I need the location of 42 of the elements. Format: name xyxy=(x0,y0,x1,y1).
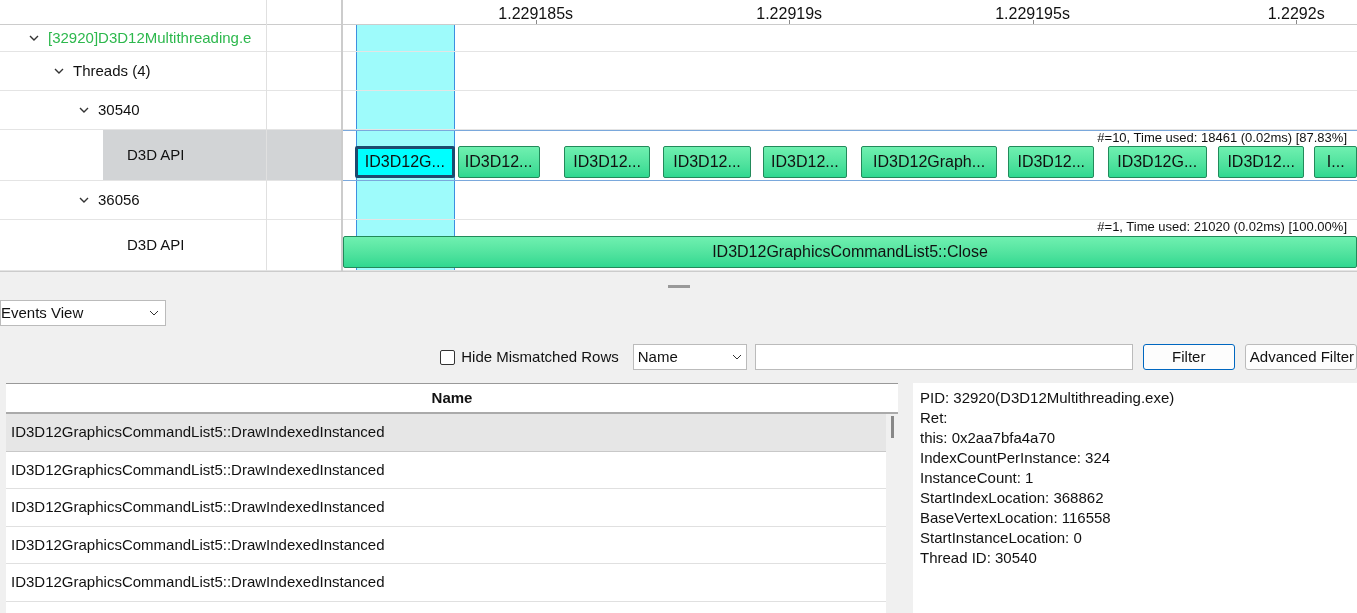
event-block[interactable]: ID3D12... xyxy=(457,146,540,178)
event-block[interactable]: I... xyxy=(1314,146,1357,178)
tick-label: 1.22919s xyxy=(756,4,823,24)
track-summary: #=10, Time used: 18461 (0.02ms) [87.83%] xyxy=(1097,131,1347,145)
tick-label: 1.229195s xyxy=(995,4,1070,24)
event-block[interactable]: ID3D12... xyxy=(762,146,847,178)
event-block[interactable]: ID3D12... xyxy=(1008,146,1095,178)
detail-line: Thread ID: 30540 xyxy=(920,548,1038,568)
view-dropdown[interactable]: Events View xyxy=(0,300,166,326)
tree-item[interactable]: 36056 xyxy=(98,188,140,212)
detail-line: PID: 32920(D3D12Multithreading.exe) xyxy=(920,388,1176,408)
checkbox-label[interactable]: Hide Mismatched Rows xyxy=(461,345,619,369)
advanced-filter-button[interactable]: Advanced Filter xyxy=(1244,344,1357,370)
filter-button[interactable]: Filter xyxy=(1142,344,1235,370)
detail-line: IndexCountPerInstance: 324 xyxy=(920,448,1112,468)
tick-label: 1.2292s xyxy=(1267,4,1325,24)
event-block[interactable]: ID3D12... xyxy=(663,146,751,178)
tree-item[interactable]: 30540 xyxy=(98,98,140,122)
event-block[interactable]: ID3D12... xyxy=(564,146,651,178)
filter-input[interactable] xyxy=(754,344,1133,370)
table-row[interactable]: ID3D12GraphicsCommandList5::DrawIndexedInstanced xyxy=(6,414,886,452)
scrollbar[interactable] xyxy=(886,414,898,613)
tree-item[interactable]: D3D API xyxy=(103,220,341,270)
field-dropdown[interactable]: Name xyxy=(632,344,747,370)
checkbox[interactable] xyxy=(440,349,456,365)
detail-line: BaseVertexLocation: 116558 xyxy=(920,508,1112,528)
caret-icon xyxy=(149,310,159,316)
event-block[interactable]: ID3D12G... xyxy=(1107,146,1207,178)
tick-label: 1.229185s xyxy=(498,4,573,24)
detail-line: this: 0x2aa7bfa4a70 xyxy=(920,428,1057,448)
detail-line: Ret: xyxy=(920,408,949,428)
event-block[interactable]: ID3D12G... xyxy=(355,146,455,178)
tree-item[interactable]: D3D API xyxy=(103,130,341,180)
event-block[interactable]: ID3D12Graph... xyxy=(861,146,997,178)
detail-line: InstanceCount: 1 xyxy=(920,468,1035,488)
detail-line: StartIndexLocation: 368862 xyxy=(920,488,1105,508)
detail-line: StartInstanceLocation: 0 xyxy=(920,528,1083,548)
tree-item[interactable]: Threads (4) xyxy=(73,59,151,83)
event-block[interactable]: ID3D12GraphicsCommandList5::Close xyxy=(343,236,1357,268)
event-block[interactable]: ID3D12... xyxy=(1218,146,1305,178)
caret-icon xyxy=(731,354,742,360)
track-summary: #=1, Time used: 21020 (0.02ms) [100.00%] xyxy=(1097,220,1347,234)
